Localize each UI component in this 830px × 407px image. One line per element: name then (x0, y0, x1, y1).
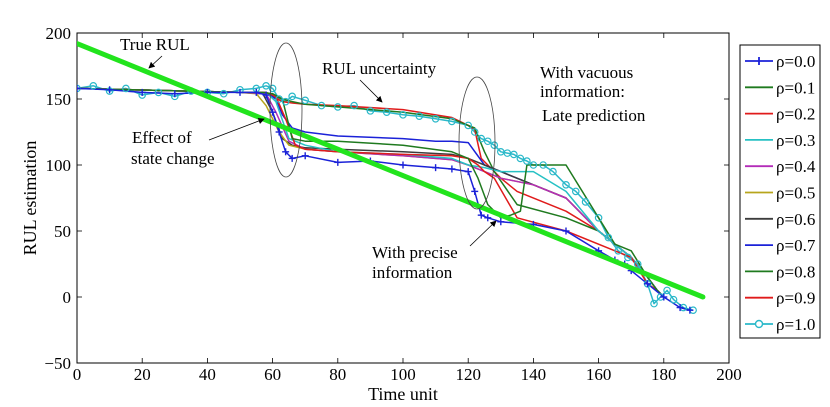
annot-vacuous-1: With vacuous (540, 63, 633, 82)
annot-vacuous-3: Late prediction (542, 106, 646, 125)
y-axis-label: RUL estimation (20, 141, 40, 256)
annot-precise-2: information (372, 263, 453, 282)
x-tick-label: 60 (264, 365, 281, 384)
legend-label: ρ=0.9 (776, 289, 815, 308)
annot-precise-1: With precise (372, 243, 458, 262)
legend-label: ρ=0.5 (776, 184, 815, 203)
x-tick-label: 120 (455, 365, 481, 384)
y-tick-label: 100 (46, 156, 72, 175)
legend-label: ρ=0.2 (776, 105, 815, 124)
x-tick-label: 100 (390, 365, 416, 384)
legend-label: ρ=0.4 (776, 157, 816, 176)
annot-true-rul: True RUL (120, 35, 190, 54)
legend-label: ρ=0.6 (776, 210, 815, 229)
x-tick-label: 180 (651, 365, 677, 384)
legend-label: ρ=0.0 (776, 52, 815, 71)
legend-marker-circle (754, 319, 764, 329)
x-tick-label: 140 (521, 365, 547, 384)
x-tick-label: 160 (586, 365, 612, 384)
legend-label: ρ=1.0 (776, 315, 815, 334)
x-tick-label: 80 (329, 365, 346, 384)
annot-rul-uncertainty: RUL uncertainty (322, 59, 437, 78)
y-tick-label: 150 (46, 90, 72, 109)
legend-label: ρ=0.7 (776, 236, 816, 255)
annot-effect-2: state change (131, 149, 215, 168)
annot-effect-1: Effect of (132, 128, 192, 147)
x-tick-label: 20 (134, 365, 151, 384)
legend-label: ρ=0.1 (776, 78, 815, 97)
x-tick-label: 200 (716, 365, 742, 384)
x-tick-label: 0 (73, 365, 82, 384)
x-tick-label: 40 (199, 365, 216, 384)
x-axis-label: Time unit (368, 384, 438, 404)
annot-vacuous-2: information: (540, 82, 625, 101)
y-tick-label: 0 (63, 288, 72, 307)
y-tick-label: −50 (44, 354, 71, 373)
legend-label: ρ=0.8 (776, 262, 815, 281)
y-tick-label: 200 (46, 24, 72, 43)
legend-label: ρ=0.3 (776, 131, 815, 150)
rul-line-chart: 0 20 40 60 80 100 120 140 160 180 200200150100500−… (20, 24, 821, 404)
y-tick-label: 50 (54, 222, 71, 241)
